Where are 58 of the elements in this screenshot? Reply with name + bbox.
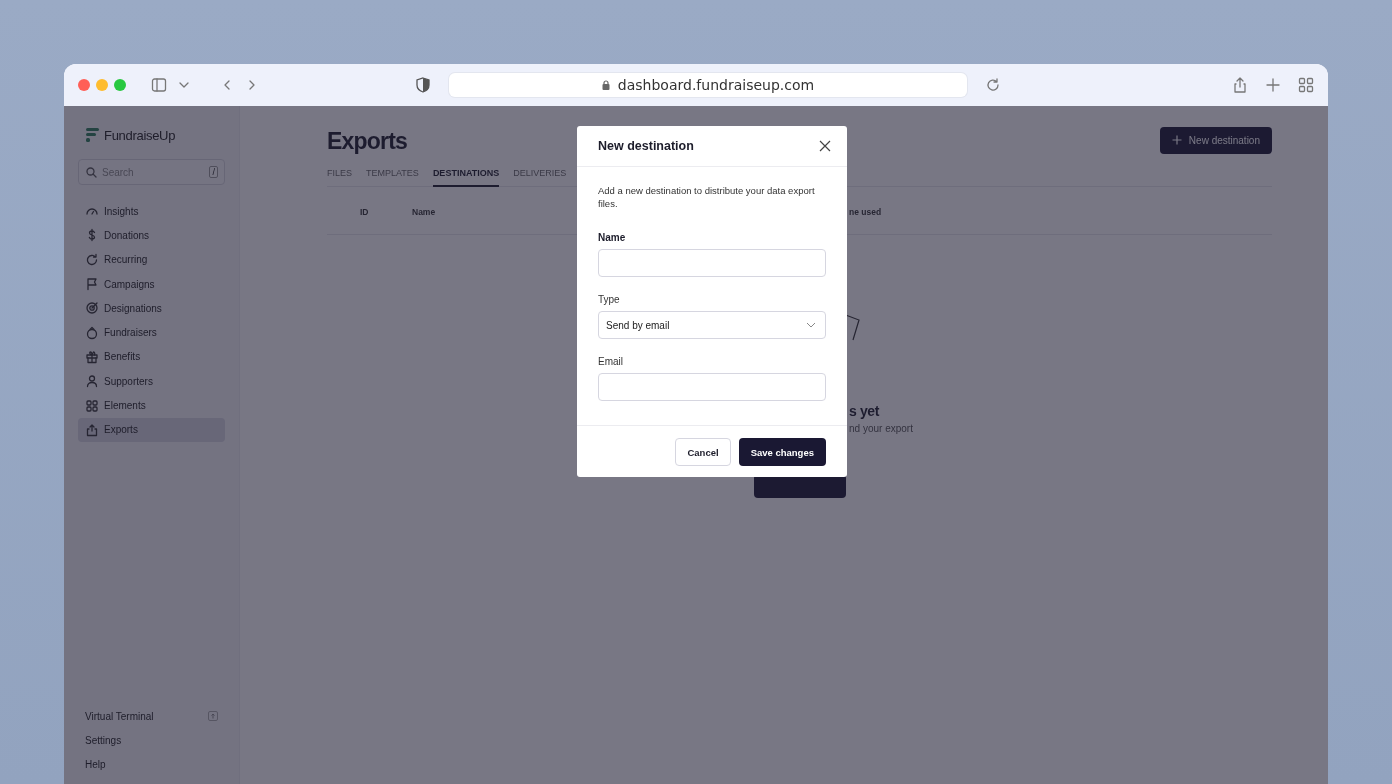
new-destination-button[interactable]: New destination: [1159, 126, 1272, 154]
nav-item[interactable]: Elements: [78, 393, 225, 418]
nav-item[interactable]: Recurring: [78, 247, 225, 272]
empty-state-text: nd your export: [849, 423, 913, 434]
badge-icon: [85, 325, 99, 340]
upload-icon: [85, 422, 99, 437]
input-field[interactable]: [598, 373, 826, 401]
dialog-description: Add a new destination to distribute your data export files.: [598, 184, 816, 210]
nav-item[interactable]: Donations: [78, 223, 225, 248]
shield-icon: [416, 77, 430, 93]
sidebar-toggle-icon[interactable]: [151, 77, 167, 93]
nav-item[interactable]: Help: [78, 752, 225, 777]
url-text: dashboard.fundraiseup.com: [617, 77, 815, 93]
type-dropdown[interactable]: Send by email: [598, 311, 826, 339]
empty-state-title: s yet: [849, 403, 879, 419]
brand-name: FundraiseUp: [104, 127, 176, 143]
plus-icon[interactable]: [1266, 78, 1280, 92]
close-icon[interactable]: [819, 140, 831, 152]
nav-item[interactable]: Virtual Terminal: [78, 704, 225, 729]
nav-item[interactable]: Campaigns: [78, 271, 225, 297]
nav-item[interactable]: Insights: [78, 199, 225, 224]
shortcut-key: /: [209, 166, 218, 178]
nav-item[interactable]: Benefits: [78, 344, 225, 370]
reload-icon[interactable]: [985, 77, 1001, 93]
column-header: Name: [412, 206, 437, 217]
flag-icon: [85, 277, 99, 292]
tab[interactable]: TEMPLATES: [366, 164, 419, 187]
plus-icon: [1171, 135, 1182, 145]
field-label: Type: [598, 294, 621, 305]
column-header: ne used: [849, 206, 883, 217]
tab-grid-icon[interactable]: [1298, 77, 1314, 93]
gift-icon: [85, 349, 99, 364]
field-label: Name: [598, 232, 627, 243]
tab[interactable]: FILES: [327, 164, 352, 187]
tab[interactable]: DELIVERIES: [513, 164, 567, 187]
target-icon: [85, 301, 99, 316]
save-button[interactable]: Save changes: [738, 438, 826, 466]
nav-item[interactable]: Designations: [78, 296, 225, 321]
nav-item[interactable]: Settings: [78, 728, 225, 753]
tab[interactable]: DESTINATIONS: [432, 164, 500, 187]
address-bar[interactable]: dashboard.fundraiseup.com: [449, 73, 967, 97]
window-control-icon[interactable]: [78, 79, 90, 91]
dialog-title: New destination: [598, 139, 694, 153]
page-title: Exports: [327, 127, 408, 155]
share-icon[interactable]: [1232, 77, 1248, 93]
column-header: ID: [360, 206, 370, 217]
nav-item[interactable]: Fundraisers: [78, 320, 225, 345]
nav-item[interactable]: Exports: [78, 417, 225, 442]
field-label: Email: [598, 356, 624, 367]
nav-item[interactable]: Supporters: [78, 369, 225, 394]
refresh-icon: [85, 252, 99, 267]
lock-icon: [601, 80, 610, 90]
input-field[interactable]: [598, 249, 826, 277]
cancel-button[interactable]: Cancel: [675, 438, 731, 466]
grid-icon: [85, 398, 99, 413]
logo-icon: [86, 128, 100, 142]
person-icon: [85, 374, 99, 389]
chevron-down-icon: [806, 322, 816, 328]
